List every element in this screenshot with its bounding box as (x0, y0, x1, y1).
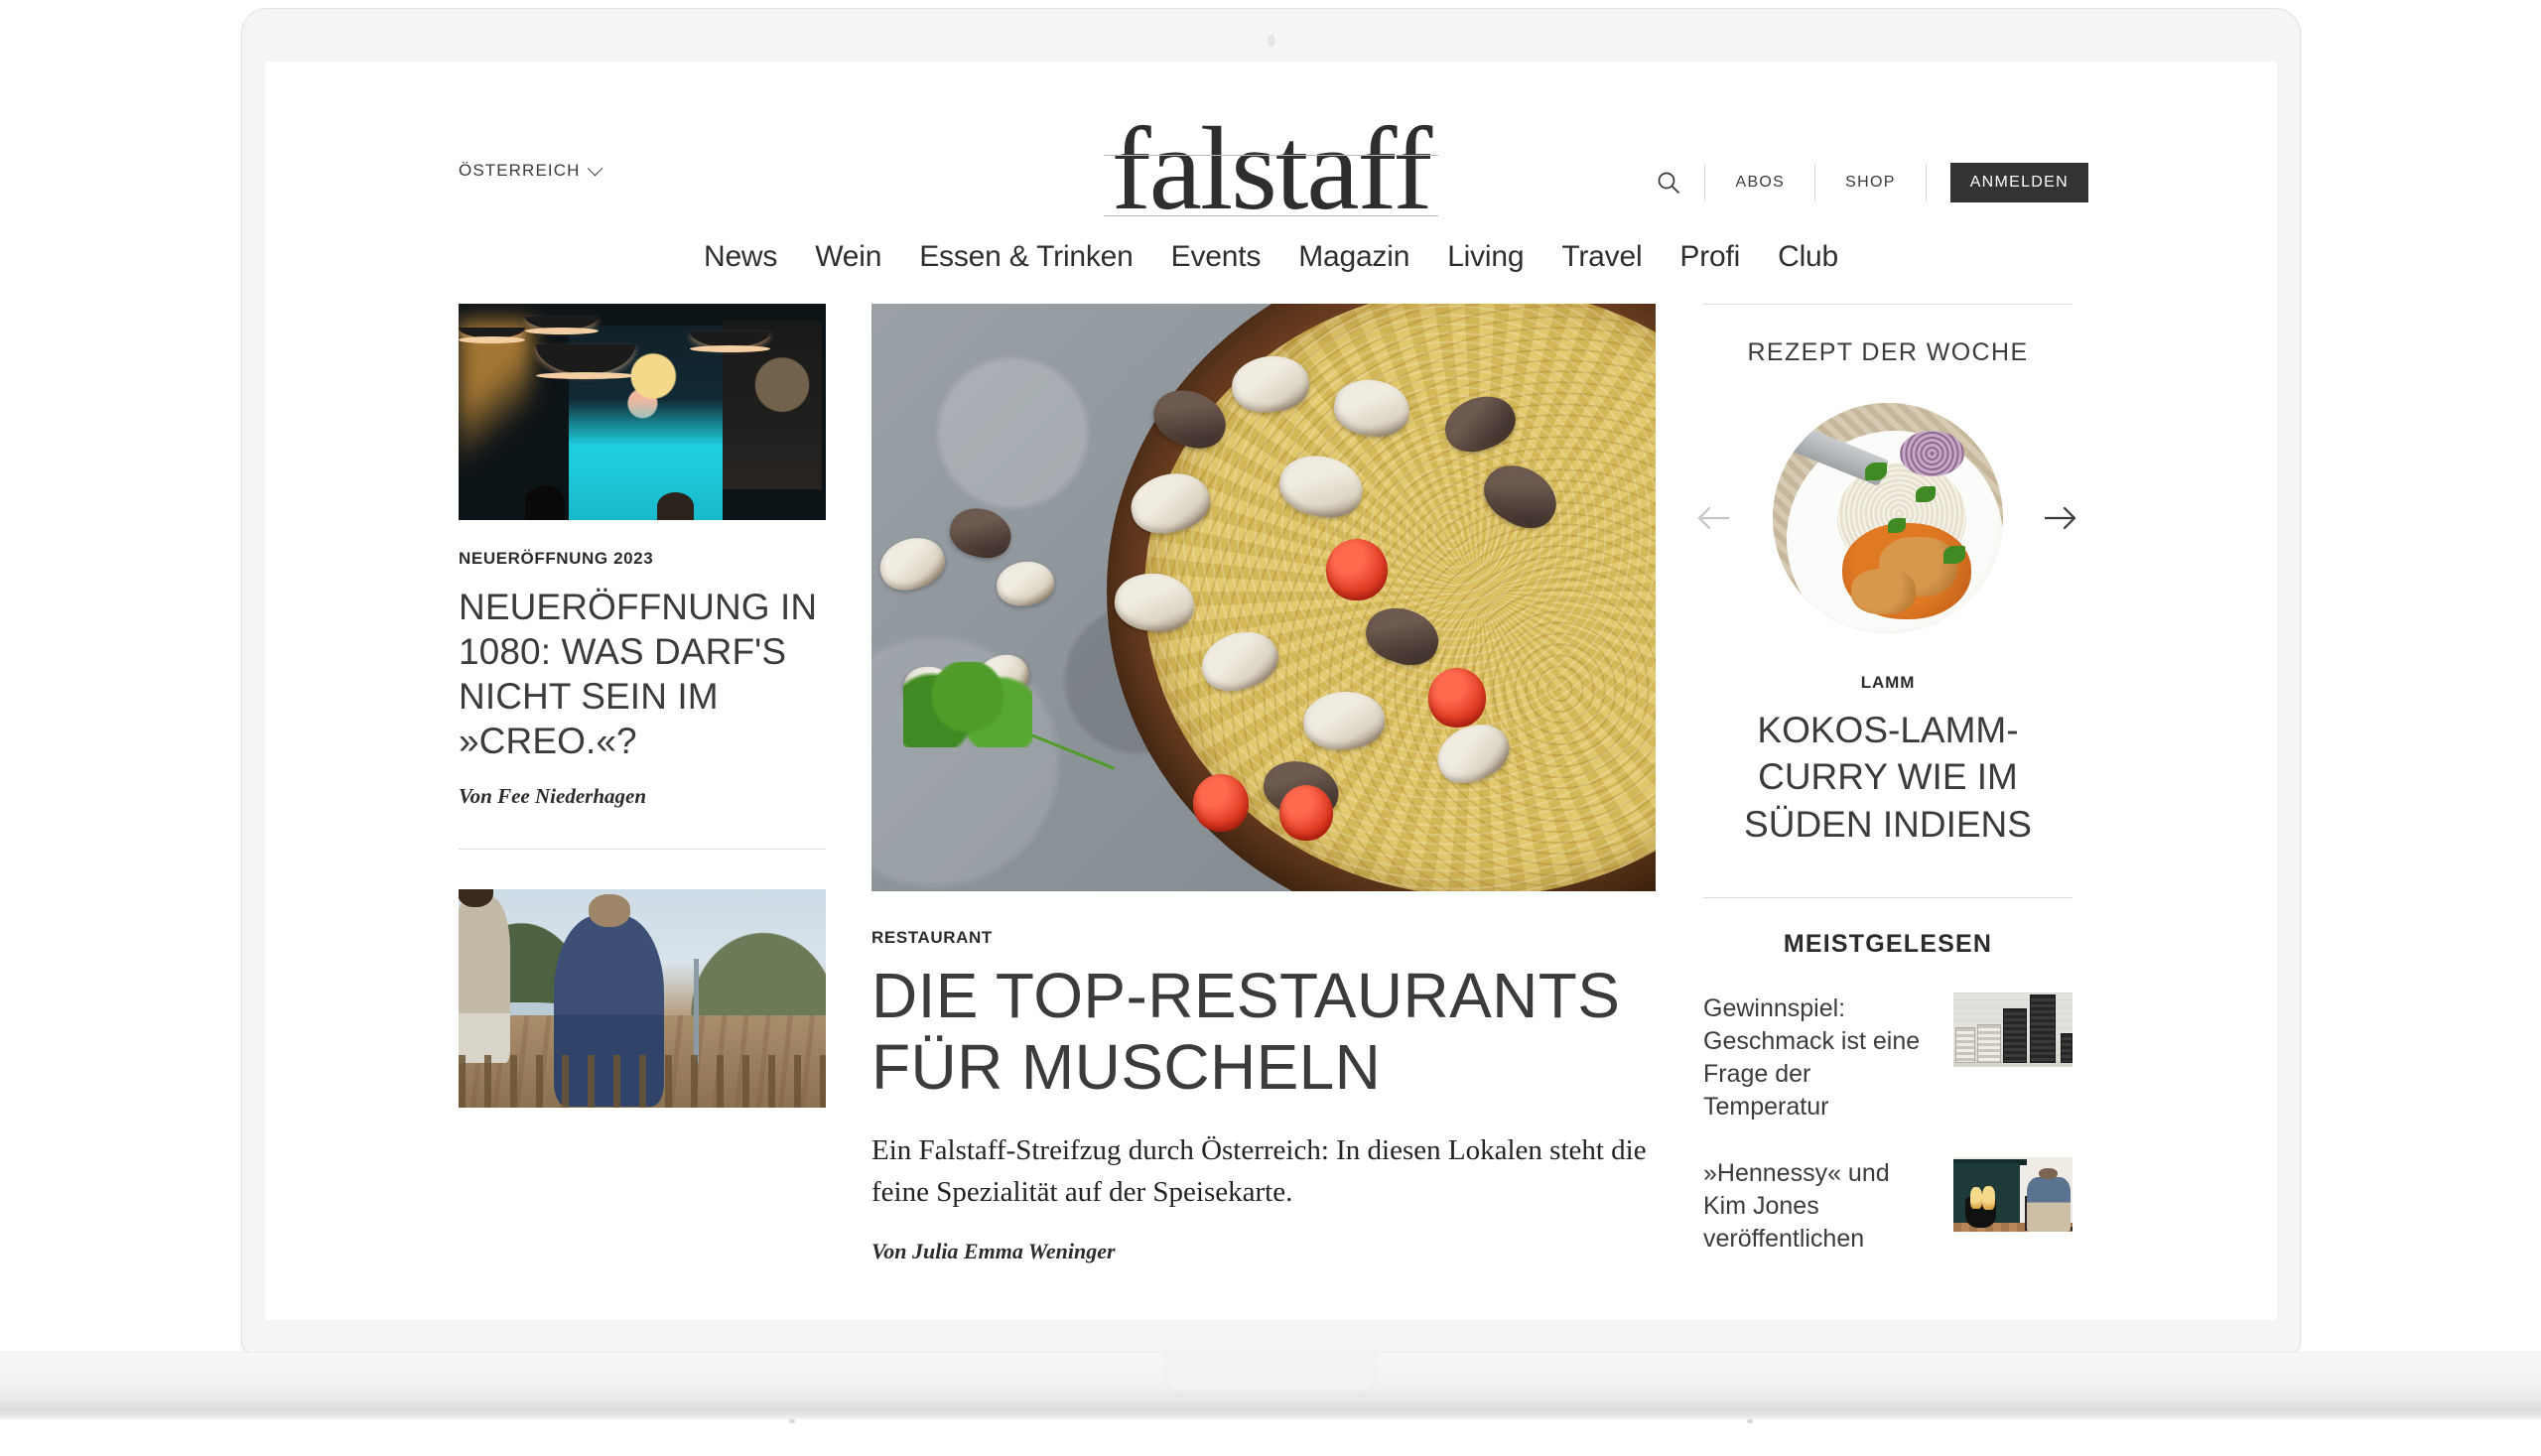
falstaff-logo[interactable]: falstaff (1103, 109, 1439, 228)
content-grid: NEUERÖFFNUNG 2023 NEUERÖFFNUNG IN 1080: … (265, 304, 2277, 1264)
main-article-teaser: Ein Falstaff-Streifzug durch Österreich:… (871, 1133, 1647, 1208)
region-selector[interactable]: ÖSTERREICH (459, 160, 603, 181)
recipe-carousel (1697, 399, 2076, 637)
nav-item-profi[interactable]: Profi (1679, 240, 1740, 274)
recipe-kicker: LAMM (1860, 673, 1916, 692)
nav-item-magazin[interactable]: Magazin (1298, 240, 1409, 274)
lamb-curry-photo (1773, 403, 2003, 633)
most-read-item-text: »Hennessy« und Kim Jones veröffentlichen (1703, 1159, 1890, 1254)
most-read-item[interactable]: Gewinnspiel: Geschmack ist eine Frage de… (1703, 993, 2073, 1124)
article-byline: Von Fee Niederhagen (459, 783, 646, 808)
most-read-item-text: Gewinnspiel: Geschmack ist eine Frage de… (1703, 994, 1921, 1122)
main-article-headline[interactable]: DIE TOP-RESTAURANTS FÜR MUSCHELN (871, 960, 1656, 1104)
vineyard-photo (459, 888, 826, 1108)
hero-image[interactable] (871, 304, 1656, 891)
right-sidebar: REZEPT DER WOCHE LAMM KOKOS-LAMM-CURRY W… (1697, 304, 2076, 1256)
most-read-title: MEISTGELESEN (1783, 930, 1993, 959)
header-link-shop[interactable]: SHOP (1815, 159, 1926, 206)
nav-item-news[interactable]: News (704, 240, 777, 274)
left-column-divider (459, 848, 826, 850)
webcam-icon (1268, 35, 1274, 47)
laptop-foot-left (789, 1419, 795, 1423)
nav-item-living[interactable]: Living (1447, 240, 1524, 274)
arrow-right-icon[interactable] (2037, 495, 2082, 541)
article-card-vineyard-image[interactable] (459, 888, 826, 1108)
recipe-section-title: REZEPT DER WOCHE (1747, 338, 2029, 366)
vongole-pasta-photo (871, 304, 1656, 891)
region-label: ÖSTERREICH (459, 161, 581, 180)
laptop-foot-right (1747, 1419, 1753, 1423)
arrow-left-icon[interactable] (1691, 495, 1737, 541)
left-column: NEUERÖFFNUNG 2023 NEUERÖFFNUNG IN 1080: … (459, 304, 826, 1108)
restaurant-interior-photo (459, 304, 826, 520)
recipe-image[interactable] (1773, 403, 2003, 633)
nav-item-travel[interactable]: Travel (1561, 240, 1642, 274)
article-kicker: NEUERÖFFNUNG 2023 (459, 549, 654, 568)
logo-hairline-bottom (1103, 215, 1439, 216)
screenshot-root: ÖSTERREICH falstaff ABOS SHOP ANMELDEN N… (0, 0, 2541, 1456)
main-navigation: News Wein Essen & Trinken Events Magazin… (265, 232, 2277, 304)
wine-cabinets-photo (1953, 993, 2073, 1068)
laptop-base-edge (0, 1397, 2541, 1419)
nav-item-events[interactable]: Events (1171, 240, 1262, 274)
sidebar-divider-top (1703, 304, 2073, 305)
article-headline-creo[interactable]: NEUERÖFFNUNG IN 1080: WAS DARF'S NICHT S… (459, 585, 826, 764)
recipe-title[interactable]: KOKOS-LAMM-CURRY WIE IM SÜDEN INDIENS (1703, 707, 2073, 848)
header-divider-3 (1925, 164, 1927, 201)
header-actions: ABOS SHOP ANMELDEN (1633, 159, 2088, 206)
laptop-lid-notch (1164, 1350, 1377, 1391)
most-read-item[interactable]: »Hennessy« und Kim Jones veröffentlichen (1703, 1157, 2073, 1256)
main-article-byline: Von Julia Emma Weninger (871, 1238, 1116, 1263)
most-read-item-thumbnail (1953, 993, 2073, 1068)
site-header: ÖSTERREICH falstaff ABOS SHOP ANMELDEN (265, 62, 2277, 232)
search-button[interactable] (1633, 170, 1704, 196)
header-link-abos[interactable]: ABOS (1705, 159, 1814, 206)
sidebar-divider-most-read (1703, 897, 2073, 899)
chevron-down-icon (588, 160, 603, 176)
nav-item-club[interactable]: Club (1778, 240, 1838, 274)
most-read-item-thumbnail (1953, 1157, 2073, 1233)
main-column: RESTAURANT DIE TOP-RESTAURANTS FÜR MUSCH… (871, 304, 1656, 1264)
nav-item-essen-trinken[interactable]: Essen & Trinken (919, 240, 1134, 274)
hennessy-photo (1953, 1157, 2073, 1233)
nav-item-wein[interactable]: Wein (815, 240, 881, 274)
browser-viewport: ÖSTERREICH falstaff ABOS SHOP ANMELDEN N… (265, 62, 2277, 1320)
logo-hairline-top (1103, 155, 1439, 156)
main-article-kicker: RESTAURANT (871, 928, 993, 947)
login-button[interactable]: ANMELDEN (1949, 163, 2088, 202)
search-icon (1659, 172, 1680, 194)
article-card-creo-image[interactable] (459, 304, 826, 520)
